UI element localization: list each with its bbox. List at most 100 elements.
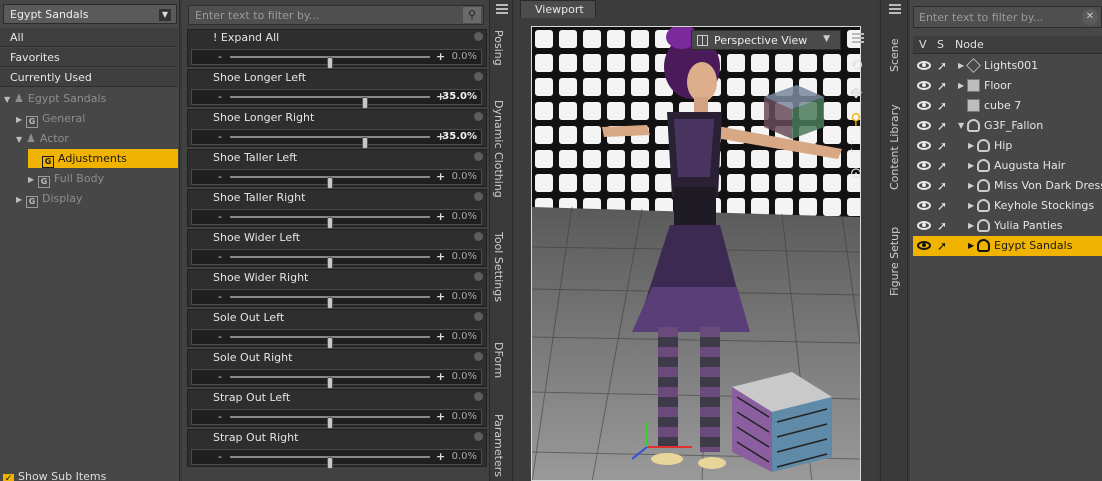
decrement-button[interactable]: - [218,90,222,104]
tree-item[interactable]: ▶ G Display [16,189,83,208]
parameter-value[interactable]: 0.0% [452,330,477,344]
reset-icon[interactable]: ⊙ [846,164,866,182]
gear-icon[interactable] [474,32,483,41]
eye-icon[interactable] [917,81,931,90]
viewport-menu-icon[interactable] [852,33,864,43]
increment-button[interactable]: + [436,250,445,264]
slider-track[interactable] [230,256,430,269]
parameter-slider[interactable]: - +35.0% [191,129,482,149]
slider-knob[interactable] [327,297,333,309]
parameter-value[interactable]: 0.0% [452,250,477,264]
parameter-slider[interactable]: - +0.0% [191,49,482,69]
camera-selector-dropdown[interactable]: Perspective View ▼ [691,30,841,50]
tab-posing[interactable]: Posing [492,30,505,66]
expand-arrow-icon[interactable]: ▶ [16,190,26,209]
increment-button[interactable]: + [436,330,445,344]
slider-track[interactable] [230,416,430,429]
tab-content-library[interactable]: Content Library [888,104,901,190]
decrement-button[interactable]: - [218,130,222,144]
tab-dform[interactable]: DForm [492,342,505,378]
scene-node-row[interactable]: ➚ ▶ Miss Von Dark Dress [913,176,1102,196]
increment-button[interactable]: + [436,210,445,224]
select-arrow-icon[interactable]: ➚ [937,216,947,236]
tree-item[interactable]: G Adjustments [28,149,178,168]
slider-track[interactable] [230,136,430,149]
scene-node-row[interactable]: ➚ ▶ Augusta Hair [913,156,1102,176]
eye-icon[interactable] [917,241,931,250]
parameter-slider[interactable]: - +0.0% [191,249,482,269]
expand-arrow-icon[interactable]: ▶ [968,216,974,236]
parameter-value[interactable]: 0.0% [452,50,477,64]
parameter-value[interactable]: 35.0% [442,130,477,144]
parameter-value[interactable]: 0.0% [452,410,477,424]
decrement-button[interactable]: - [218,370,222,384]
select-arrow-icon[interactable]: ➚ [937,56,947,76]
expand-arrow-icon[interactable]: ▶ [958,76,964,96]
expand-arrow-icon[interactable]: ▶ [968,236,974,256]
collapse-arrow-icon[interactable]: ▼ [4,90,14,109]
scene-filter-input[interactable]: Enter text to filter by... ✕ [913,6,1102,28]
scene-node-row[interactable]: ➚ cube 7 [913,96,1102,116]
category-favorites[interactable]: Favorites [0,48,178,67]
select-arrow-icon[interactable]: ➚ [937,196,947,216]
node-selector-dropdown[interactable]: Egypt Sandals ▼ [3,4,177,24]
tab-figure-setup[interactable]: Figure Setup [888,227,901,296]
parameter-value[interactable]: 0.0% [452,450,477,464]
tab-dynamic-clothing[interactable]: Dynamic Clothing [492,100,505,198]
select-arrow-icon[interactable]: ➚ [937,156,947,176]
parameter-slider[interactable]: - +0.0% [191,449,482,469]
column-visible[interactable]: V [919,38,927,51]
decrement-button[interactable]: - [218,290,222,304]
slider-knob[interactable] [327,177,333,189]
expand-arrow-icon[interactable]: ▶ [28,170,38,189]
parameter-value[interactable]: 0.0% [452,210,477,224]
scene-node-row[interactable]: ➚ ▼ G3F_Fallon [913,116,1102,136]
column-node[interactable]: Node [955,38,984,51]
slider-track[interactable] [230,176,430,189]
gear-icon[interactable] [474,392,483,401]
gear-icon[interactable] [474,272,483,281]
parameter-filter-input[interactable]: Enter text to filter by... ⚲ [188,5,484,25]
parameter-value[interactable]: 35.0% [442,90,477,104]
scene-node-row[interactable]: ➚ ▶ Floor [913,76,1102,96]
parameter-slider[interactable]: - +0.0% [191,289,482,309]
slider-track[interactable] [230,96,430,109]
decrement-button[interactable]: - [218,210,222,224]
eye-icon[interactable] [917,121,931,130]
select-arrow-icon[interactable]: ➚ [937,96,947,116]
gear-icon[interactable] [474,112,483,121]
slider-track[interactable] [230,296,430,309]
slider-track[interactable] [230,376,430,389]
increment-button[interactable]: + [436,290,445,304]
gear-icon[interactable] [474,312,483,321]
gear-icon[interactable] [474,72,483,81]
expand-arrow-icon[interactable]: ▶ [968,136,974,156]
gear-icon[interactable] [474,152,483,161]
select-arrow-icon[interactable]: ➚ [937,76,947,96]
increment-button[interactable]: + [436,50,445,64]
collapse-arrow-icon[interactable]: ▼ [16,130,26,149]
expand-arrow-icon[interactable]: ▶ [968,176,974,196]
increment-button[interactable]: + [436,170,445,184]
show-sub-items-checkbox[interactable]: ✓ Show Sub Items [3,470,106,481]
select-arrow-icon[interactable]: ➚ [937,116,947,136]
gear-icon[interactable] [474,432,483,441]
parameter-slider[interactable]: - +0.0% [191,409,482,429]
increment-button[interactable]: + [436,410,445,424]
eye-icon[interactable] [917,161,931,170]
expand-arrow-icon[interactable]: ▶ [968,196,974,216]
tab-parameters[interactable]: Parameters [492,414,505,477]
select-arrow-icon[interactable]: ➚ [937,236,947,256]
tab-tool-settings[interactable]: Tool Settings [492,232,505,302]
scene-node-row[interactable]: ➚ ▶ Hip [913,136,1102,156]
increment-button[interactable]: + [436,370,445,384]
frame-icon[interactable]: ⛶ [846,138,866,156]
category-currently-used[interactable]: Currently Used [0,68,178,87]
eye-icon[interactable] [917,181,931,190]
column-selectable[interactable]: S [937,38,944,51]
expand-arrow-icon[interactable]: ▶ [16,110,26,129]
parameter-value[interactable]: 0.0% [452,370,477,384]
scene-node-row[interactable]: ➚ ▶ Lights001 [913,56,1102,76]
decrement-button[interactable]: - [218,250,222,264]
eye-icon[interactable] [917,61,931,70]
